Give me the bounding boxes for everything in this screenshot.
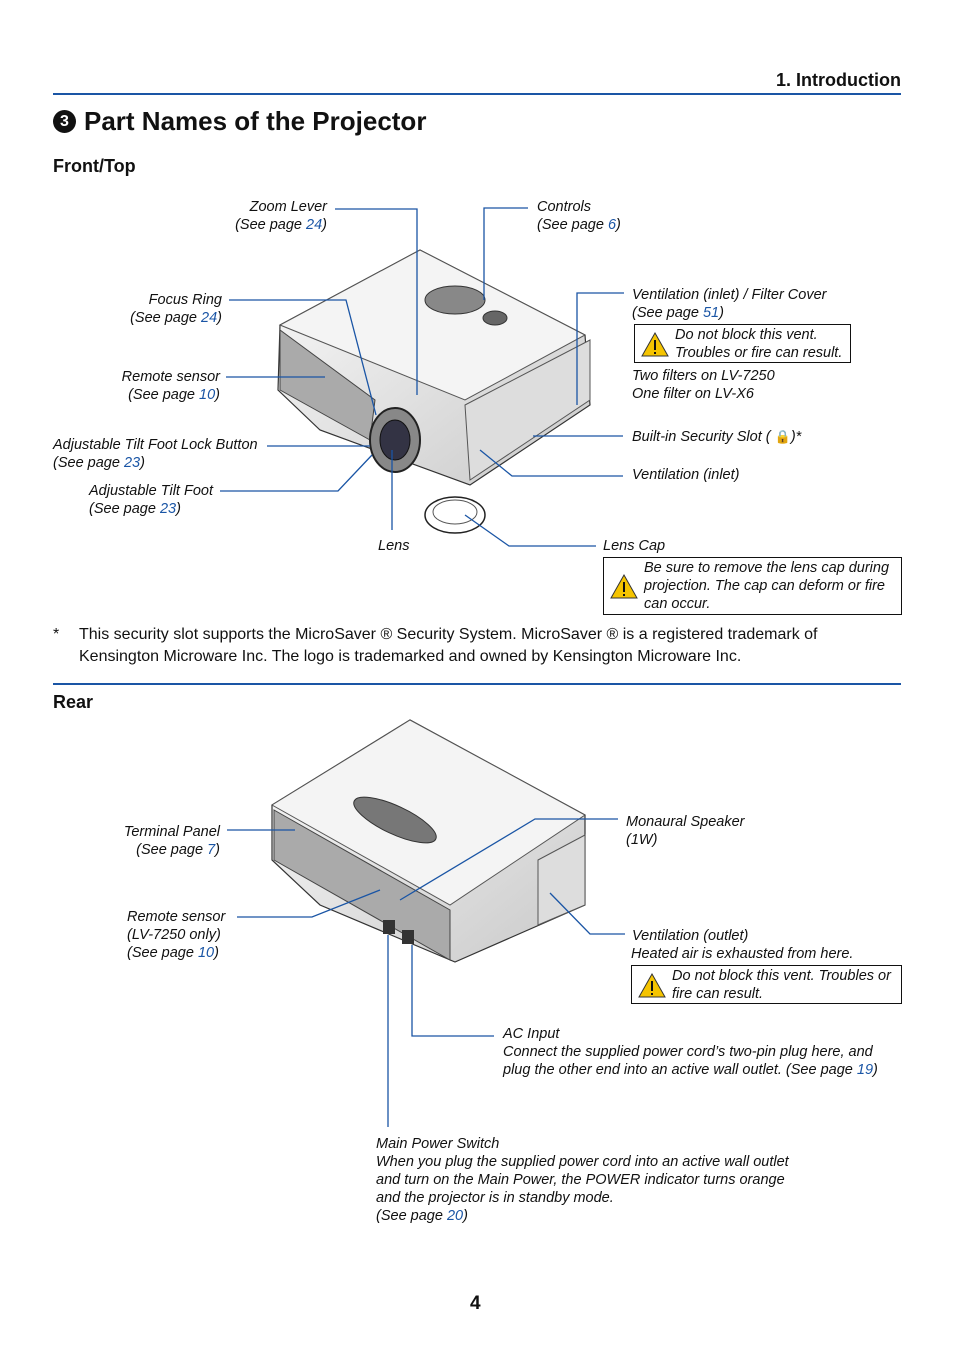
label-vent-filter: Ventilation (inlet) / Filter Cover (See p…	[632, 287, 827, 321]
page-link[interactable]: 23	[160, 501, 176, 517]
warning-icon	[638, 972, 666, 997]
warning-icon	[641, 331, 669, 356]
label-rear-remote-sensor: Remote sensor (LV-7250 only) (See page 10)	[127, 909, 226, 961]
label-vent-outlet: Ventilation (outlet) Heated air is exhaus…	[631, 928, 854, 962]
filter-notes: Two filters on LV-7250 One filter on LV-X…	[632, 368, 775, 402]
page-link[interactable]: 19	[857, 1062, 873, 1078]
label-lens-cap: Lens Cap	[603, 538, 666, 554]
footnote: This security slot supports the MicroSav…	[79, 626, 818, 665]
label-tilt-foot-lock: Adjustable Tilt Foot Lock Button (See pag…	[53, 437, 258, 471]
label-tilt-foot: Adjustable Tilt Foot (See page 23)	[89, 483, 213, 517]
page-link[interactable]: 20	[447, 1208, 463, 1224]
label-lens: Lens	[378, 538, 410, 554]
page-link[interactable]: 7	[207, 842, 215, 858]
section-rule	[53, 683, 901, 685]
page-link[interactable]: 51	[703, 305, 719, 321]
page-number: 4	[470, 1293, 481, 1314]
footnote-mark: *	[53, 626, 60, 643]
rear-heading: Rear	[53, 692, 94, 712]
page-link[interactable]: 6	[608, 217, 616, 233]
label-ac-input: AC Input Connect the supplied power cord’…	[503, 1026, 878, 1078]
lens-cap-warning-box: Be sure to remove the lens cap during pr…	[603, 557, 902, 615]
outlet-warning-box: Do not block this vent. Troubles or fire…	[631, 965, 902, 1004]
kensington-lock-icon: 🔒	[774, 429, 791, 444]
label-main-power-switch: Main Power Switch When you plug the suppl…	[376, 1136, 789, 1224]
page-link[interactable]: 23	[124, 455, 140, 471]
label-security-slot: Built-in Security Slot ( 🔒)*	[632, 429, 802, 445]
page-link[interactable]: 24	[201, 310, 217, 326]
label-terminal-panel: Terminal Panel (See page 7)	[123, 824, 220, 858]
warning-icon	[610, 573, 638, 599]
vent-warning-box: Do not block this vent. Troubles or fire …	[634, 324, 851, 363]
label-speaker: Monaural Speaker (1W)	[626, 814, 745, 848]
manual-page: 1. Introduction 3 Part Names of the Proje…	[0, 0, 954, 1348]
label-controls: Controls (See page 6)	[537, 199, 621, 233]
page-link[interactable]: 24	[306, 217, 322, 233]
projector-rear-illustration	[271, 719, 586, 963]
label-focus-ring: Focus Ring (See page 24)	[130, 292, 222, 326]
page-link[interactable]: 10	[199, 387, 215, 403]
page-link[interactable]: 10	[198, 945, 214, 961]
label-remote-sensor: Remote sensor (See page 10)	[121, 369, 220, 403]
label-zoom-lever: Zoom Lever (See page 24)	[235, 199, 327, 233]
label-vent-inlet: Ventilation (inlet)	[632, 467, 740, 483]
